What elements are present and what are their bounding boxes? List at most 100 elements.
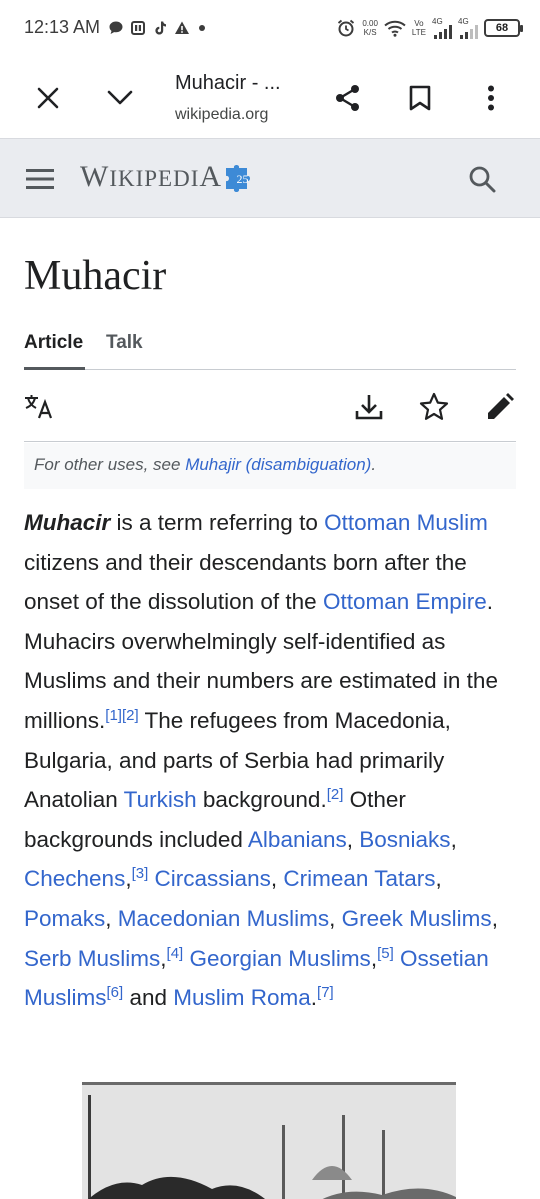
link-georgian-muslims[interactable]: Georgian Muslims [190, 946, 371, 971]
ref-link[interactable]: [2] [122, 707, 139, 724]
ref-link[interactable]: [4] [167, 945, 184, 962]
separator: , [450, 826, 457, 852]
ref-link[interactable]: [1] [105, 707, 122, 724]
signal-icon [434, 25, 452, 39]
reference-1: [1][2] [105, 707, 138, 724]
net-speed-unit: K/S [363, 28, 377, 37]
link-serb-muslims[interactable]: Serb Muslims [24, 946, 160, 971]
notification-icons [108, 16, 208, 40]
hamburger-menu-icon [26, 169, 54, 189]
wordmark-initial: W [80, 160, 110, 193]
link-ottoman-empire[interactable]: Ottoman Empire [323, 589, 487, 614]
link-greek-muslims[interactable]: Greek Muslims [342, 906, 492, 931]
reference-4: [4] [167, 945, 184, 962]
lead-text: background. [196, 787, 327, 813]
status-time: 12:13 AM [24, 17, 101, 37]
link-circassians[interactable]: Circassians [155, 866, 271, 891]
signal-icon [460, 25, 478, 39]
language-button[interactable] [22, 390, 56, 424]
hatnote-suffix: . [371, 455, 377, 474]
reference-7: [7] [317, 984, 334, 1001]
bookmark-button[interactable] [398, 76, 442, 120]
edit-button[interactable] [483, 390, 517, 424]
signal-1: 4G [432, 17, 452, 39]
battery-icon: 68 [484, 19, 523, 37]
tab-talk[interactable]: Talk [106, 332, 143, 354]
hatnote: For other uses, see Muhajir (disambiguat… [24, 443, 516, 489]
ref-link[interactable]: [7] [317, 984, 334, 1001]
link-bosniaks[interactable]: Bosniaks [359, 827, 450, 852]
separator: , [329, 905, 342, 931]
puzzle-25-icon: 25 [226, 165, 251, 192]
tab-article[interactable]: Article [24, 332, 83, 354]
watch-button[interactable] [417, 390, 451, 424]
bookmark-icon [409, 85, 431, 111]
hatnote-prefix: For other uses, see [34, 455, 186, 474]
article-image[interactable] [82, 1082, 456, 1199]
link-pomaks[interactable]: Pomaks [24, 906, 105, 931]
volte-top: Vo [414, 19, 424, 28]
ref-link[interactable]: [3] [132, 865, 149, 882]
reference-3: [3] [132, 865, 149, 882]
more-vert-icon [488, 85, 494, 111]
share-icon [336, 85, 359, 111]
alarm-icon [338, 19, 355, 37]
status-right: 0.00 K/S Vo LTE 4G 4G 68 [336, 14, 523, 42]
reference-2: [2] [327, 786, 344, 803]
reference-6: [6] [107, 984, 124, 1001]
ref-link[interactable]: [6] [107, 984, 124, 1001]
browser-toolbar: Muhacir - ... wikipedia.org [0, 56, 540, 138]
separator: , [491, 905, 498, 931]
active-tab-indicator [24, 367, 85, 370]
page-title: Muhacir [24, 253, 167, 299]
chevron-down-icon [107, 90, 133, 105]
wordmark-final: A [199, 160, 223, 193]
minimize-button[interactable] [98, 76, 142, 120]
link-macedonian-muslims[interactable]: Macedonian Muslims [118, 906, 329, 931]
separator: , [435, 866, 442, 892]
tiktok-icon [155, 21, 166, 35]
net-speed: 0.00 K/S [362, 19, 378, 37]
lead-text: is a term referring to [110, 510, 325, 535]
close-icon [37, 87, 59, 109]
search-icon [469, 166, 496, 193]
historical-photo [82, 1085, 456, 1199]
volte-bottom: LTE [411, 28, 426, 37]
wifi-icon [384, 20, 406, 37]
lead-paragraph: Muhacir is a term referring to Ottoman M… [24, 503, 524, 1018]
edit-pencil-icon [488, 393, 514, 419]
chat-bubble-icon [109, 21, 123, 34]
wordmark-rest: IKIPEDI [109, 166, 200, 191]
volte-label: Vo LTE [412, 19, 426, 37]
reference-5: [5] [377, 945, 394, 962]
link-muslim-roma[interactable]: Muslim Roma [173, 985, 311, 1010]
wikipedia-wordmark: WIKIPEDIA [80, 160, 222, 194]
puzzle-badge-text: 25 [237, 172, 249, 186]
dot-icon [199, 25, 205, 31]
more-options-button[interactable] [469, 76, 513, 120]
link-crimean-tatars[interactable]: Crimean Tatars [283, 866, 435, 891]
page-actions [24, 384, 516, 442]
main-menu-button[interactable] [22, 161, 58, 197]
ref-link[interactable]: [5] [377, 945, 394, 962]
close-button[interactable] [26, 76, 70, 120]
hatnote-link[interactable]: Muhajir (disambiguation) [185, 455, 371, 474]
ref-link[interactable]: [2] [327, 786, 344, 803]
download-icon [355, 395, 383, 420]
separator: , [105, 905, 118, 931]
link-chechens[interactable]: Chechens [24, 866, 125, 891]
link-ottoman-muslim[interactable]: Ottoman Muslim [324, 510, 488, 535]
wikipedia-logo[interactable]: WIKIPEDIA 25 [80, 157, 259, 197]
lead-text: and [123, 985, 174, 1011]
tab-url[interactable]: wikipedia.org [175, 106, 315, 124]
share-button[interactable] [326, 76, 370, 120]
lead-term: Muhacir [24, 510, 111, 535]
status-bar: 12:13 AM 0.00 K/S Vo LTE 4G 4G 68 [0, 0, 540, 56]
separator: , [270, 866, 284, 892]
link-turkish[interactable]: Turkish [124, 787, 197, 812]
wiki-header: WIKIPEDIA 25 [0, 138, 540, 218]
wiki-search-button[interactable] [464, 161, 500, 197]
star-icon [419, 392, 449, 420]
download-button[interactable] [352, 390, 386, 424]
link-albanians[interactable]: Albanians [248, 827, 347, 852]
